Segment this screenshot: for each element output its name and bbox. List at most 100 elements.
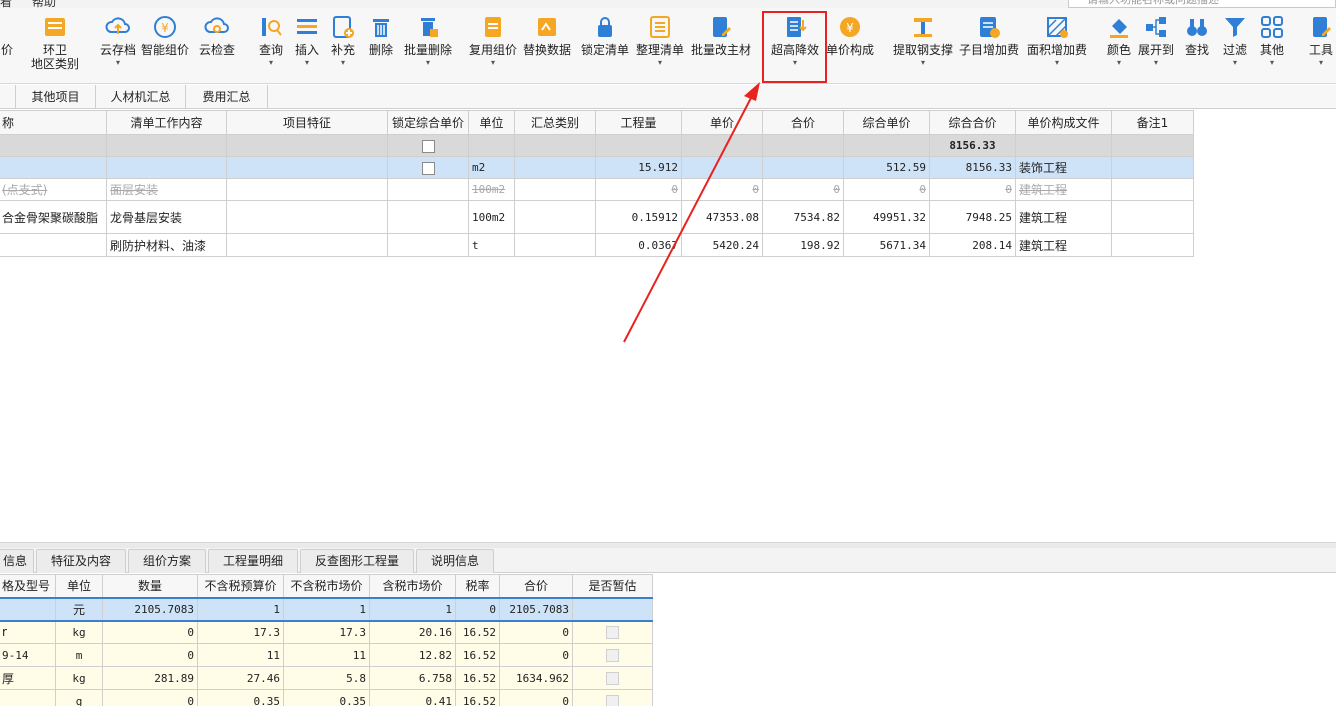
batch-main-material-button[interactable]: 批量改主材 xyxy=(690,8,752,84)
tab-pricing-scheme[interactable]: 组价方案 xyxy=(128,549,206,573)
cell-unit: t xyxy=(468,233,515,257)
col-quantity[interactable]: 工程量 xyxy=(595,110,682,135)
col-lock-price[interactable]: 锁定综合单价 xyxy=(387,110,469,135)
lock-list-button[interactable]: 锁定清单 xyxy=(580,8,630,84)
cloud-archive-label: 云存档 xyxy=(99,43,136,57)
price-button-partial[interactable]: 价 xyxy=(0,8,14,84)
table-row-selected[interactable]: m2 15.912 512.59 8156.33 装饰工程 xyxy=(0,156,1194,179)
tab-fee-summary[interactable]: 费用汇总 xyxy=(186,85,268,109)
cell-work: 面层安装 xyxy=(106,178,227,201)
delete-button[interactable]: 删除 xyxy=(366,8,396,84)
cloud-check-button[interactable]: 云检查 xyxy=(196,8,238,84)
filter-label: 过滤 xyxy=(1222,43,1247,57)
table-row[interactable]: 合金骨架聚碳酸脂 龙骨基层安装 100m2 0.15912 47353.08 7… xyxy=(0,200,1194,234)
tab-description[interactable]: 说明信息 xyxy=(416,549,494,573)
color-button[interactable]: 颜色 ▾ xyxy=(1104,8,1134,84)
tab-other-items[interactable]: 其他项目 xyxy=(16,85,96,109)
col-total[interactable]: 合价 xyxy=(762,110,844,135)
query-button[interactable]: 查询 ▾ xyxy=(256,8,286,84)
cell-tax-rate: 0 xyxy=(455,596,500,622)
col-total[interactable]: 合价 xyxy=(499,574,573,598)
col-provisional[interactable]: 是否暂估 xyxy=(572,574,653,598)
replace-data-button[interactable]: 替换数据 xyxy=(522,8,572,84)
col-market-price[interactable]: 不含税市场价 xyxy=(283,574,370,598)
sub-fee-button[interactable]: 子目增加费 xyxy=(958,8,1020,84)
col-unit[interactable]: 单位 xyxy=(468,110,515,135)
col-tax-rate[interactable]: 税率 xyxy=(455,574,500,598)
tab-reverse-graphic[interactable]: 反查图形工程量 xyxy=(300,549,414,573)
table-row[interactable]: r kg 0 17.3 17.3 20.16 16.52 0 xyxy=(0,620,653,644)
table-row-summary[interactable]: 8156.33 xyxy=(0,134,1194,157)
cell-unit: 100m2 xyxy=(468,200,515,234)
col-unit-price[interactable]: 单价 xyxy=(681,110,763,135)
cell-market-price-tax: 20.16 xyxy=(369,620,456,644)
cell-tax-rate: 16.52 xyxy=(455,643,500,667)
cell-comp-price: 49951.32 xyxy=(843,200,930,234)
table-row[interactable]: 刷防护材料、油漆 t 0.0367 5420.24 198.92 5671.34… xyxy=(0,233,1194,257)
provisional-checkbox[interactable] xyxy=(606,672,619,685)
table-row[interactable]: 厚 kg 281.89 27.46 5.8 6.758 16.52 1634.9… xyxy=(0,666,653,690)
col-comp-total[interactable]: 综合合价 xyxy=(929,110,1016,135)
cell-quantity: 0.0367 xyxy=(595,233,682,257)
col-price-file[interactable]: 单价构成文件 xyxy=(1015,110,1112,135)
col-work-content[interactable]: 清单工作内容 xyxy=(106,110,227,135)
col-spec[interactable]: 格及型号 xyxy=(0,574,56,598)
hw-region-button[interactable]: 环卫 地区类别 xyxy=(28,8,82,84)
lock-checkbox[interactable] xyxy=(421,139,435,153)
tab-features-content[interactable]: 特征及内容 xyxy=(36,549,126,573)
expand-to-button[interactable]: 展开到 ▾ xyxy=(1136,8,1176,84)
col-comp-price[interactable]: 综合单价 xyxy=(843,110,930,135)
ribbon-toolbar: 价 环卫 地区类别 云存档 ▾ ¥ 智能组价 云检查 查询 ▾ 插入 ▾ 补充 … xyxy=(0,8,1336,84)
table-row-selected[interactable]: 元 2105.7083 1 1 1 0 2105.7083 xyxy=(0,596,653,622)
supplement-icon xyxy=(333,16,354,38)
unit-price-comp-button[interactable]: ¥ 单价构成 xyxy=(826,8,874,84)
svg-text:¥: ¥ xyxy=(846,21,854,35)
col-budget-price[interactable]: 不含税预算价 xyxy=(197,574,284,598)
provisional-checkbox[interactable] xyxy=(606,626,619,640)
filter-button[interactable]: 过滤 ▾ xyxy=(1220,8,1250,84)
extract-steel-button[interactable]: 提取钢支撑 ▾ xyxy=(892,8,954,84)
lock-checkbox[interactable] xyxy=(421,161,435,175)
search-input[interactable]: 请输入功能名称或问题描述 xyxy=(1068,0,1336,8)
cell-quantity: 0 xyxy=(595,178,682,201)
cell-unit: m2 xyxy=(468,156,515,179)
menu-item-partial[interactable]: 看 xyxy=(0,0,12,8)
tab-quantity-detail[interactable]: 工程量明细 xyxy=(208,549,298,573)
col-market-price-tax[interactable]: 含税市场价 xyxy=(369,574,456,598)
organize-list-button[interactable]: 整理清单 ▾ xyxy=(634,8,686,84)
tools-button[interactable]: 工具 ▾ xyxy=(1306,8,1336,84)
col-summary-type[interactable]: 汇总类别 xyxy=(514,110,596,135)
cloud-archive-button[interactable]: 云存档 ▾ xyxy=(98,8,138,84)
menu-bar: 看 帮助 请输入功能名称或问题描述 xyxy=(0,0,1336,8)
table-row-deleted[interactable]: (点支式) 面层安装 100m2 0 0 0 0 0 建筑工程 xyxy=(0,178,1194,201)
table-row[interactable]: g 0 0.35 0.35 0.41 16.52 0 xyxy=(0,689,653,706)
other-button[interactable]: 其他 ▾ xyxy=(1256,8,1288,84)
area-fee-button[interactable]: 面积增加费 ▾ xyxy=(1026,8,1088,84)
col-unit[interactable]: 单位 xyxy=(55,574,103,598)
sub-fee-icon xyxy=(980,17,1000,38)
tab-labor-material-summary[interactable]: 人材机汇总 xyxy=(96,85,186,109)
supplement-button[interactable]: 补充 ▾ xyxy=(328,8,358,84)
paint-bucket-icon xyxy=(1110,19,1128,38)
find-button[interactable]: 查找 xyxy=(1182,8,1212,84)
cell-quantity: 0 xyxy=(102,643,198,667)
col-quantity[interactable]: 数量 xyxy=(102,574,198,598)
tab-partial[interactable] xyxy=(0,85,16,109)
table-row[interactable]: 9-14 m 0 11 11 12.82 16.52 0 xyxy=(0,643,653,667)
col-remark[interactable]: 备注1 xyxy=(1111,110,1194,135)
menu-item-help[interactable]: 帮助 xyxy=(32,0,56,8)
col-name[interactable]: 称 xyxy=(0,110,107,135)
sub-fee-label: 子目增加费 xyxy=(958,43,1019,57)
batch-delete-label: 批量删除 xyxy=(403,43,452,57)
reuse-price-button[interactable]: 复用组价 ▾ xyxy=(468,8,518,84)
insert-button[interactable]: 插入 ▾ xyxy=(292,8,322,84)
smart-price-button[interactable]: ¥ 智能组价 xyxy=(140,8,190,84)
lock-list-label: 锁定清单 xyxy=(580,43,629,57)
batch-delete-button[interactable]: 批量删除 ▾ xyxy=(402,8,454,84)
reuse-price-label: 复用组价 xyxy=(468,43,517,57)
provisional-checkbox[interactable] xyxy=(606,649,619,662)
tab-info[interactable]: 信息 xyxy=(0,549,34,573)
col-features[interactable]: 项目特征 xyxy=(226,110,388,135)
chevron-down-icon: ▾ xyxy=(1269,58,1274,67)
provisional-checkbox[interactable] xyxy=(606,695,619,706)
